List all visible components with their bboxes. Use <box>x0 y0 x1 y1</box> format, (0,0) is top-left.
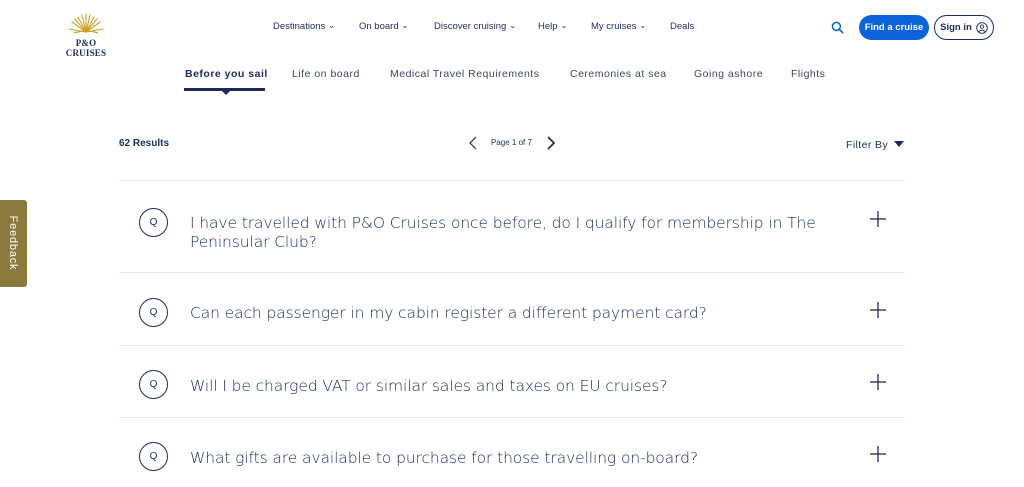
chevron-left-icon[interactable] <box>466 134 482 152</box>
nav-item-discover-cruising[interactable]: Discover cruising ⌄ <box>434 21 516 32</box>
nav-item-label: On board <box>359 21 399 32</box>
page-indicator: Page 1 of 7 <box>491 138 532 147</box>
tab-flights[interactable]: Flights <box>791 68 825 80</box>
chevron-down-icon: ⌄ <box>328 21 335 30</box>
nav-item-label: Discover cruising <box>434 21 507 32</box>
chevron-down-icon: ⌄ <box>401 21 409 30</box>
search-icon[interactable] <box>831 21 844 34</box>
category-tabs: Before you sail Life on board Medical Tr… <box>0 66 1024 96</box>
plus-icon[interactable] <box>869 373 887 391</box>
site-header: P&O CRUISES Destinations ⌄ On board ⌄ Disc… <box>0 0 1024 58</box>
plus-icon[interactable] <box>869 445 887 463</box>
filter-label: Filter By <box>846 139 889 151</box>
results-count: 62 Results <box>119 138 170 149</box>
faq-item[interactable]: Q Can each passenger in my cabin registe… <box>119 272 905 345</box>
plus-icon[interactable] <box>869 301 887 319</box>
nav-item-label: My cruises <box>591 21 637 32</box>
tab-life-on-board[interactable]: Life on board <box>292 68 360 80</box>
tab-before-you-sail[interactable]: Before you sail <box>185 68 268 80</box>
nav-item-deals[interactable]: Deals <box>670 21 694 32</box>
faq-item[interactable]: Q What gifts are available to purchase f… <box>119 417 905 487</box>
tab-ceremonies-at-sea[interactable]: Ceremonies at sea <box>570 68 667 80</box>
faq-question: Can each passenger in my cabin register … <box>190 304 707 322</box>
question-badge: Q <box>139 370 168 399</box>
nav-item-label: Help <box>538 21 558 32</box>
chevron-down-icon: ⌄ <box>560 21 568 30</box>
user-icon <box>976 21 988 34</box>
faq-question: What gifts are available to purchase for… <box>190 449 698 467</box>
question-badge: Q <box>139 298 168 327</box>
faq-question: Will I be charged VAT or similar sales a… <box>190 377 668 395</box>
nav-item-on-board[interactable]: On board ⌄ <box>359 21 408 32</box>
find-a-cruise-button[interactable]: Find a cruise <box>859 15 929 40</box>
nav-item-label: Deals <box>670 21 695 32</box>
question-badge: Q <box>139 208 168 237</box>
sign-in-button[interactable]: Sign in <box>934 15 994 40</box>
chevron-down-icon: ⌄ <box>639 21 647 30</box>
caret-down-icon <box>894 141 905 147</box>
feedback-label: Feedback <box>7 215 19 271</box>
filter-by-dropdown[interactable]: Filter By <box>846 139 905 151</box>
main-nav: Destinations ⌄ On board ⌄ Discover cruisin… <box>0 0 1024 56</box>
nav-item-label: Destinations <box>273 21 326 32</box>
feedback-tab[interactable]: Feedback <box>0 200 27 287</box>
nav-item-help[interactable]: Help ⌄ <box>538 21 567 32</box>
nav-item-destinations[interactable]: Destinations ⌄ <box>273 21 335 32</box>
tab-going-ashore[interactable]: Going ashore <box>694 68 763 80</box>
chevron-right-icon[interactable] <box>542 134 558 152</box>
sign-in-label: Sign in <box>940 22 972 33</box>
pagination: Page 1 of 7 <box>466 134 566 152</box>
tab-medical-travel-requirements[interactable]: Medical Travel Requirements <box>390 68 539 80</box>
plus-icon[interactable] <box>869 210 887 228</box>
active-tab-caret-icon <box>221 90 231 95</box>
nav-item-my-cruises[interactable]: My cruises ⌄ <box>591 21 646 32</box>
faq-question: I have travelled with P&O Cruises once b… <box>190 214 816 251</box>
faq-item[interactable]: Q Will I be charged VAT or similar sales… <box>119 345 905 417</box>
chevron-down-icon: ⌄ <box>509 21 517 30</box>
faq-item[interactable]: Q I have travelled with P&O Cruises once… <box>119 180 905 272</box>
question-badge: Q <box>139 442 168 471</box>
